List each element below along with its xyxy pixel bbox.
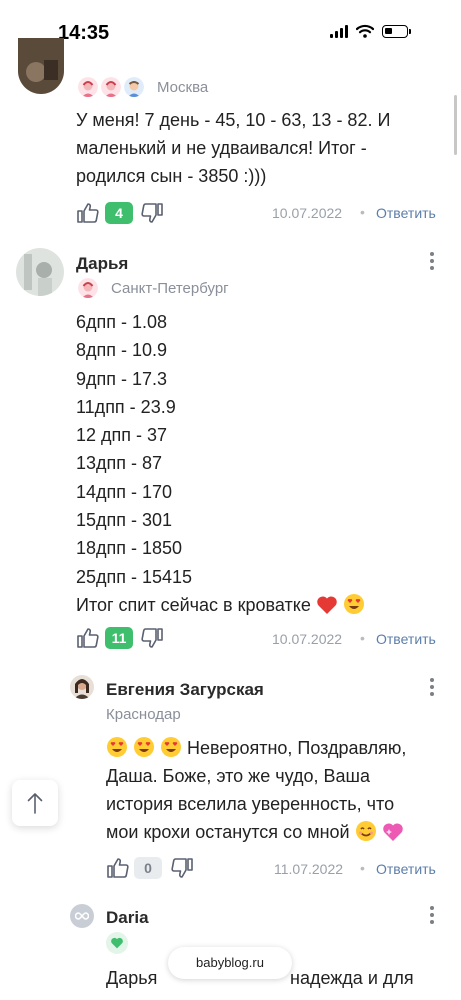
- more-options-icon[interactable]: [429, 252, 435, 270]
- scroll-to-top-button[interactable]: [12, 780, 58, 826]
- comment-4-text: Дарья: [106, 968, 158, 988]
- comment-2-badges: Санкт-Петербург: [78, 278, 229, 298]
- green-heart-badge-icon: [106, 932, 128, 954]
- comment-1-avatar[interactable]: [18, 38, 64, 94]
- dislike-icon[interactable]: [170, 856, 194, 880]
- comment-2-author-name[interactable]: Дарья: [76, 254, 128, 274]
- girl-avatar-icon: [101, 77, 121, 97]
- battery-icon: [382, 24, 411, 38]
- comment-1-text: У меня! 7 день - 45, 10 - 63, 13 - 82. И…: [76, 110, 391, 186]
- comment-1-city: Москва: [157, 78, 209, 96]
- boy-avatar-icon: [124, 77, 144, 97]
- comment-2-city: Санкт-Петербург: [111, 279, 229, 297]
- likes-count: 11: [105, 627, 133, 649]
- likes-count: 0: [134, 857, 162, 879]
- comment-date: 11.07.2022: [274, 861, 344, 877]
- like-icon[interactable]: [76, 626, 100, 650]
- more-options-icon[interactable]: [429, 906, 435, 924]
- likes-count: 4: [105, 202, 133, 224]
- status-icons: [330, 24, 411, 38]
- arrow-up-icon: [27, 793, 43, 814]
- sparkling-heart-emoji: [382, 823, 403, 841]
- comment-4-text-right: надежда и для: [290, 968, 414, 988]
- smile-emoji: [355, 821, 376, 841]
- infinity-icon: [75, 912, 89, 920]
- heart-eyes-emoji: [134, 737, 155, 757]
- reply-link[interactable]: Ответить: [376, 631, 436, 647]
- source-domain-pill[interactable]: babyblog.ru: [168, 947, 292, 979]
- reply-link[interactable]: Ответить: [376, 861, 436, 877]
- comment-3-city: Краснодар: [106, 706, 181, 723]
- dislike-icon[interactable]: [140, 626, 164, 650]
- heart-eyes-emoji: [107, 737, 127, 757]
- separator-dot: •: [360, 204, 365, 220]
- dislike-icon[interactable]: [140, 201, 164, 225]
- comment-1-badges: Москва: [78, 77, 208, 97]
- separator-dot: •: [360, 860, 365, 876]
- girl-avatar-icon: [78, 278, 98, 298]
- comment-3-avatar[interactable]: [70, 675, 94, 699]
- comment-2-avatar[interactable]: [16, 248, 64, 296]
- comment-3-author-name[interactable]: Евгения Загурская: [106, 680, 264, 700]
- like-icon[interactable]: [76, 201, 100, 225]
- more-options-icon[interactable]: [429, 678, 435, 696]
- comment-2-final-line: Итог спит сейчас в кроватке: [76, 591, 365, 619]
- heart-eyes-emoji: [343, 593, 364, 614]
- comment-date: 10.07.2022: [272, 205, 343, 221]
- comment-4-author-name[interactable]: Daria: [106, 908, 149, 928]
- girl-avatar-icon: [78, 77, 98, 97]
- comment-4-avatar[interactable]: [70, 904, 94, 928]
- signal-icon: [330, 24, 348, 38]
- heart-eyes-emoji: [161, 737, 182, 757]
- red-heart-emoji: [317, 596, 337, 614]
- wifi-icon: [356, 24, 374, 38]
- status-time: 14:35: [58, 22, 110, 44]
- page-scrollbar[interactable]: [454, 95, 457, 155]
- separator-dot: •: [360, 630, 365, 646]
- comment-date: 10.07.2022: [272, 631, 343, 647]
- comment-2-text: 6дпп - 1.08 8дпп - 10.9 9дпп - 17.3 11дп…: [76, 308, 365, 619]
- comment-3-text: Невероятно, Поздравляю, Даша. Боже, это …: [106, 737, 407, 842]
- like-icon[interactable]: [106, 856, 130, 880]
- reply-link[interactable]: Ответить: [376, 205, 436, 221]
